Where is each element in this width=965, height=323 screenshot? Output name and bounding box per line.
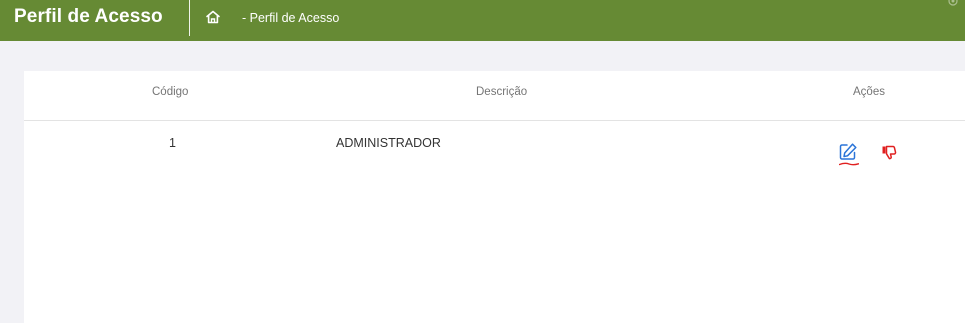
column-header-descricao[interactable]: Descrição <box>476 86 527 98</box>
edit-underline <box>839 162 859 166</box>
table-row: 1 ADMINISTRADOR <box>24 121 965 181</box>
home-icon[interactable] <box>205 9 221 25</box>
title-divider <box>189 0 190 36</box>
breadcrumb: - Perfil de Acesso <box>242 11 340 25</box>
cell-codigo: 1 <box>169 136 176 150</box>
deactivate-button[interactable] <box>881 144 899 162</box>
cell-descricao: ADMINISTRADOR <box>336 136 441 150</box>
table-card: Código Descrição Ações 1 ADMINISTRADOR <box>24 71 965 323</box>
edit-icon <box>839 143 857 160</box>
thumbs-down-icon <box>882 145 897 160</box>
table-header: Código Descrição Ações <box>24 71 965 121</box>
top-bar: Perfil de Acesso - Perfil de Acesso <box>0 0 965 41</box>
column-header-codigo[interactable]: Código <box>152 86 188 98</box>
settings-icon[interactable] <box>947 0 959 7</box>
page-title: Perfil de Acesso <box>14 6 163 27</box>
edit-button[interactable] <box>838 142 862 166</box>
column-header-acoes: Ações <box>853 86 885 98</box>
